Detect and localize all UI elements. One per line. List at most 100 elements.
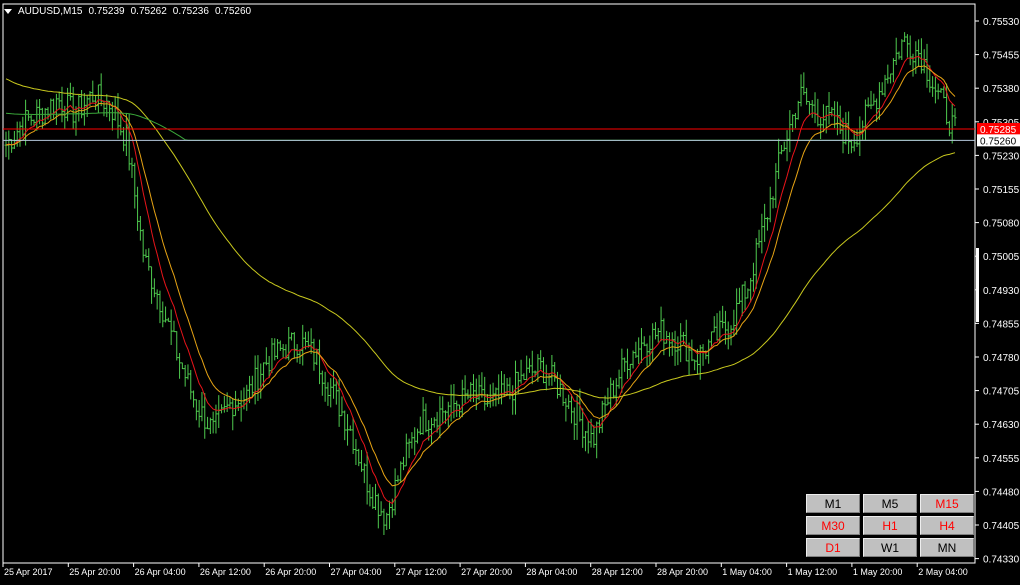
ohlc-bar (138, 215, 142, 241)
ohlc-bar (751, 262, 755, 292)
ohlc-bar (57, 91, 61, 110)
ohlc-bar (774, 163, 778, 208)
ohlc-bar (189, 370, 193, 400)
ohlc-bar (849, 139, 853, 154)
ohlc-bar (197, 400, 201, 428)
ohlc-bar (525, 355, 529, 380)
ohlc-bar (863, 99, 867, 141)
price-tick-label: 0.74630 (983, 420, 1020, 431)
time-tick-label: 25 Apr 20:00 (69, 567, 120, 577)
ohlc-bar (26, 110, 30, 121)
ohlc-bar (169, 309, 173, 345)
ohlc-bar (91, 80, 95, 103)
ohlc-bar (281, 343, 285, 358)
ohlc-bar (455, 400, 459, 417)
ohlc-bar (343, 410, 347, 441)
timeframe-button-w1[interactable]: W1 (863, 538, 917, 557)
ohlc-bar (404, 433, 408, 467)
ohlc-bar (793, 112, 797, 129)
ohlc-bar (186, 364, 190, 380)
ohlc-bar (715, 313, 719, 341)
ohlc-bar (905, 34, 909, 58)
ohlc-bar (936, 83, 940, 100)
time-tick-label: 26 Apr 04:00 (135, 567, 186, 577)
ohlc-bar (886, 64, 890, 84)
symbol-label: AUDUSD,M15 (18, 5, 83, 17)
ohlc-bar (396, 475, 400, 483)
ohlc-bar (620, 348, 624, 393)
ohlc-bar (631, 350, 635, 369)
ohlc-bar (421, 397, 425, 435)
ohlc-bar (623, 357, 627, 372)
ohlc-bar (799, 74, 803, 107)
time-tick-label: 28 Apr 12:00 (592, 567, 643, 577)
timeframe-button-h1[interactable]: H1 (863, 516, 917, 535)
ohlc-bar (340, 396, 344, 417)
plot-border (2, 3, 976, 564)
time-tick-label: 27 Apr 04:00 (331, 567, 382, 577)
timeframe-button-d1[interactable]: D1 (806, 538, 860, 557)
ohlc-bar (634, 341, 638, 358)
ohlc-bar (144, 249, 148, 258)
time-tick-label: 28 Apr 20:00 (657, 567, 708, 577)
menu-triangle-icon[interactable] (4, 8, 12, 14)
ohlc-bar (326, 382, 330, 406)
ohlc-bar (581, 408, 585, 448)
time-tick-label: 27 Apr 12:00 (396, 567, 447, 577)
ohlc-bar (499, 370, 503, 405)
price-tick-label: 0.75080 (983, 219, 1020, 230)
timeframe-button-m5[interactable]: M5 (863, 494, 917, 513)
ohlc-bar (676, 336, 680, 366)
ohlc-bar (777, 138, 781, 180)
scale-marker (976, 248, 979, 322)
ohlc-bar (816, 98, 820, 127)
ohlc-bar (208, 417, 212, 434)
ohlc-bar (393, 468, 397, 516)
ohlc-bar (351, 417, 355, 454)
ohlc-bar (813, 92, 817, 124)
ohlc-bar (765, 217, 769, 231)
ohlc-bar (740, 284, 744, 317)
red-level-tag-label: 0.75285 (980, 125, 1017, 136)
ohlc-bar (250, 375, 254, 398)
ohlc-bar (637, 337, 641, 364)
ohlc-bar (413, 427, 417, 456)
ohlc-bar (810, 100, 814, 118)
timeframe-button-m30[interactable]: M30 (806, 516, 860, 535)
ohlc-bar (796, 100, 800, 120)
timeframe-button-mn[interactable]: MN (920, 538, 974, 557)
ohlc-bar (611, 380, 615, 399)
time-tick-label: 27 Apr 20:00 (461, 567, 512, 577)
ohlc-bar (452, 383, 456, 419)
ohlc-bar (785, 130, 789, 162)
price-tick-label: 0.75155 (983, 185, 1020, 196)
ohlc-bar (418, 416, 422, 435)
ohlc-bar (379, 501, 383, 516)
ohlc-bar (178, 352, 182, 379)
ohlc-bar (136, 186, 140, 231)
ohlc-bar (175, 331, 179, 361)
ohlc-bar (256, 355, 260, 402)
ohlc-bar (950, 103, 954, 144)
ohlc-bar (855, 128, 859, 147)
ohlc-bar (402, 456, 406, 471)
timeframe-button-m15[interactable]: M15 (920, 494, 974, 513)
ohlc-bar (541, 357, 545, 384)
ohlc-bar (561, 383, 565, 406)
ohlc-bar (835, 101, 839, 136)
ohlc-bar (670, 332, 674, 356)
ohlc-bar (684, 319, 688, 362)
ohlc-bar (667, 332, 671, 357)
low-price: 0.75236 (172, 5, 209, 17)
ohlc-bar (164, 306, 168, 323)
timeframe-button-m1[interactable]: M1 (806, 494, 860, 513)
ohlc-bar (318, 339, 322, 385)
ohlc-bar (214, 404, 218, 434)
timeframe-button-h4[interactable]: H4 (920, 516, 974, 535)
ohlc-bar (365, 452, 369, 505)
ohlc-bar (295, 344, 299, 363)
ohlc-bar (273, 338, 277, 361)
ohlc-bar (511, 385, 515, 415)
ohlc-bar (150, 266, 154, 304)
timeframe-panel: M1 M5 M15 M30 H1 H4 D1 W1 MN (806, 494, 974, 557)
